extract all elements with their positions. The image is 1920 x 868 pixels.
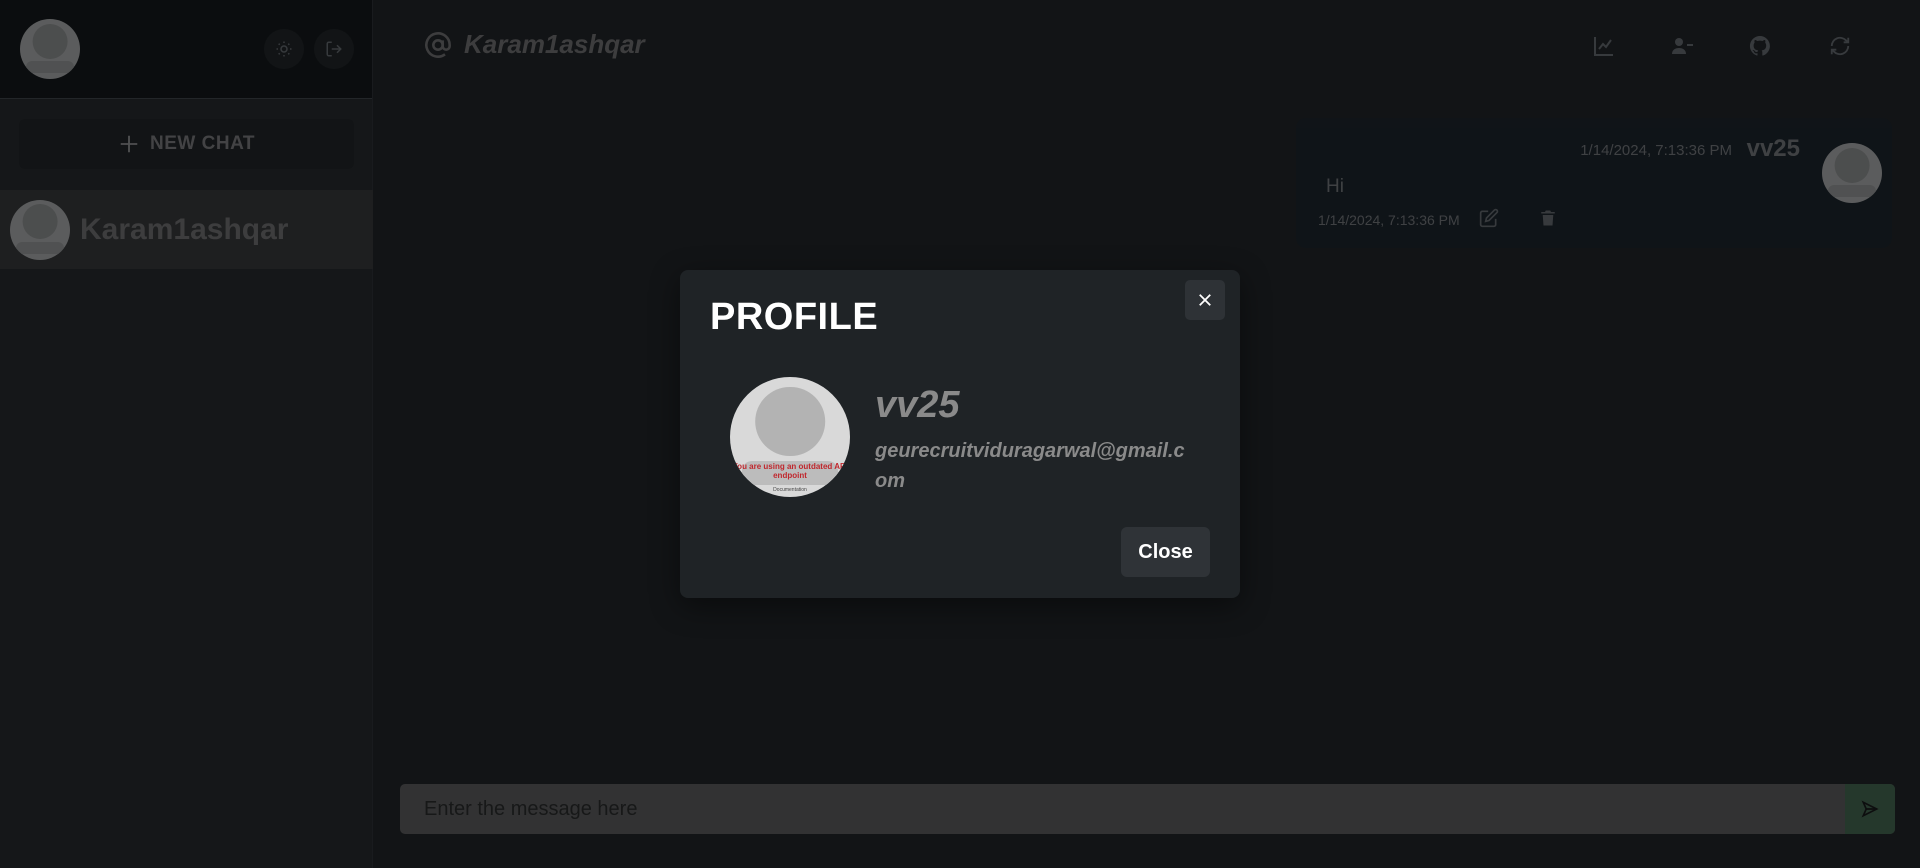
avatar-banner-text: You are using an outdated API endpoint [732, 462, 848, 480]
profile-email: geurecruitviduragarwal@gmail.com [875, 440, 1185, 492]
profile-modal: PROFILE You are using an outdated API en… [680, 270, 1240, 598]
modal-title: PROFILE [710, 296, 879, 338]
profile-name: vv25 [875, 384, 960, 426]
close-icon [1199, 294, 1211, 306]
profile-avatar: You are using an outdated API endpoint D… [730, 377, 850, 497]
modal-close-x-button[interactable] [1185, 280, 1225, 320]
close-button[interactable]: Close [1121, 527, 1210, 577]
avatar-banner-sub: Documentation [773, 487, 807, 494]
